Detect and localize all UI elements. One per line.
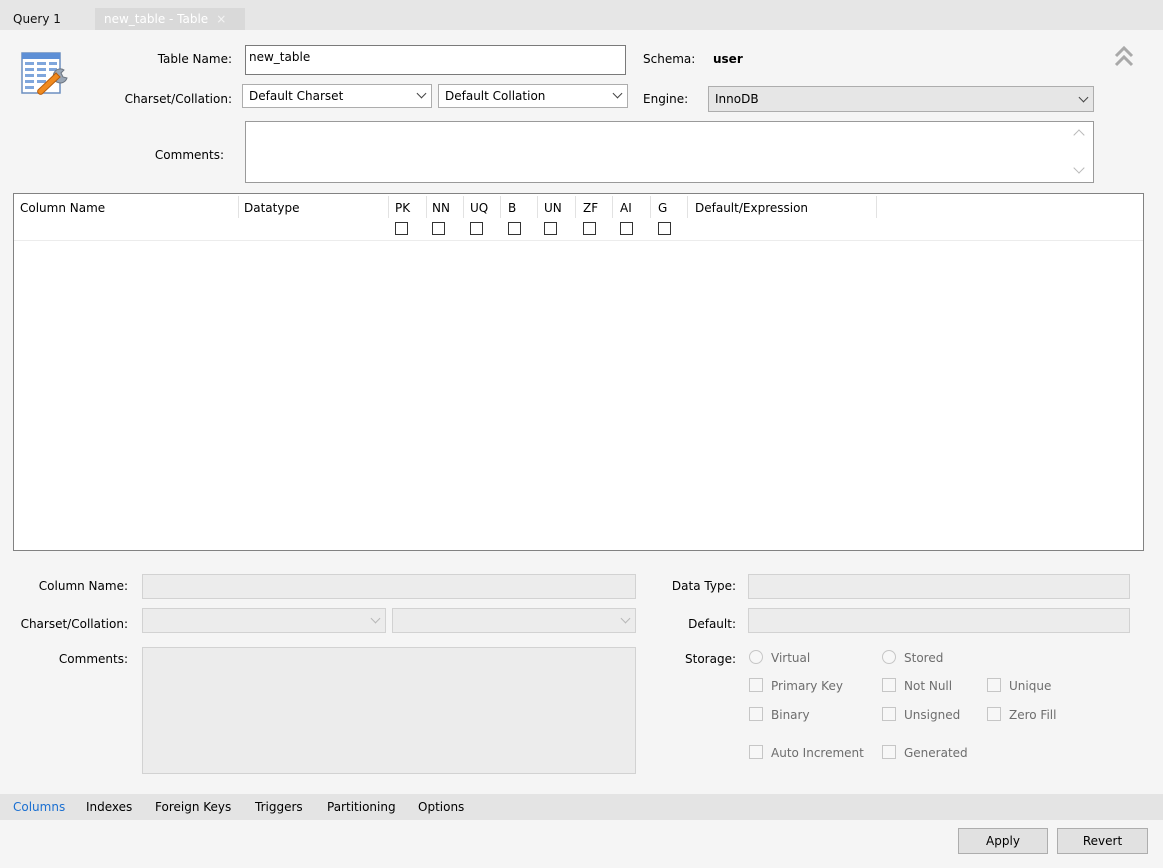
tab-query-1[interactable]: Query 1 <box>4 8 92 30</box>
column-charset-label: Charset/Collation: <box>20 617 128 631</box>
grid-header-pk[interactable]: PK <box>395 201 410 215</box>
unsigned-checkbox[interactable] <box>882 707 896 721</box>
chevron-down-icon <box>416 88 427 99</box>
b-header-checkbox[interactable] <box>508 222 521 235</box>
schema-label: Schema: <box>643 52 696 66</box>
virtual-radio[interactable] <box>749 650 763 664</box>
grid-header-separator <box>388 196 389 218</box>
grid-header-un[interactable]: UN <box>544 201 562 215</box>
grid-header-separator <box>650 196 651 218</box>
apply-button[interactable]: Apply <box>958 828 1048 854</box>
comments-label: Comments: <box>154 148 224 162</box>
engine-label: Engine: <box>643 92 689 106</box>
grid-header-separator <box>876 196 877 218</box>
chevron-down-icon <box>620 613 631 624</box>
primary-key-label: Primary Key <box>771 679 843 693</box>
binary-label: Binary <box>771 708 810 722</box>
collation-select-value: Default Collation <box>445 89 546 103</box>
not-null-checkbox[interactable] <box>882 678 896 692</box>
chevron-down-icon <box>370 613 381 624</box>
charset-select-value: Default Charset <box>249 89 344 103</box>
double-chevron-up-icon[interactable] <box>1113 44 1135 70</box>
default-label: Default: <box>688 617 736 631</box>
grid-header-g[interactable]: G <box>658 201 667 215</box>
unsigned-label: Unsigned <box>904 708 961 722</box>
virtual-radio-label: Virtual <box>771 651 811 665</box>
generated-label: Generated <box>904 746 968 760</box>
tab-partitioning[interactable]: Partitioning <box>327 800 396 814</box>
tab-foreign-keys[interactable]: Foreign Keys <box>155 800 231 814</box>
grid-header-datatype[interactable]: Datatype <box>244 201 299 215</box>
grid-header-separator <box>426 196 427 218</box>
columns-grid[interactable]: Column Name Datatype PK NN UQ B UN ZF AI… <box>13 193 1144 551</box>
tab-label: new_table - Table <box>104 12 209 26</box>
collation-select[interactable]: Default Collation <box>438 84 628 108</box>
pk-header-checkbox[interactable] <box>395 222 408 235</box>
grid-header-uq[interactable]: UQ <box>470 201 488 215</box>
stored-radio[interactable] <box>882 650 896 664</box>
column-collation-select[interactable] <box>392 608 636 633</box>
default-input[interactable] <box>748 608 1130 633</box>
engine-select-value: InnoDB <box>715 92 759 106</box>
primary-key-checkbox[interactable] <box>749 678 763 692</box>
grid-header-zf[interactable]: ZF <box>583 201 598 215</box>
engine-select[interactable]: InnoDB <box>708 86 1094 112</box>
table-name-input[interactable]: new_table <box>245 45 626 75</box>
not-null-label: Not Null <box>904 679 953 693</box>
grid-header-b[interactable]: B <box>508 201 516 215</box>
zero-fill-label: Zero Fill <box>1009 708 1057 722</box>
unique-label: Unique <box>1009 679 1052 693</box>
grid-header-separator <box>575 196 576 218</box>
un-header-checkbox[interactable] <box>544 222 557 235</box>
grid-header-separator <box>463 196 464 218</box>
ai-header-checkbox[interactable] <box>620 222 633 235</box>
column-name-input[interactable] <box>142 574 636 599</box>
tab-triggers[interactable]: Triggers <box>255 800 303 814</box>
grid-header-default-expression[interactable]: Default/Expression <box>695 201 808 215</box>
binary-checkbox[interactable] <box>749 707 763 721</box>
auto-increment-label: Auto Increment <box>771 746 864 760</box>
revert-button[interactable]: Revert <box>1057 828 1148 854</box>
storage-label: Storage: <box>685 652 736 666</box>
grid-header-divider <box>14 240 1143 241</box>
generated-checkbox[interactable] <box>882 745 896 759</box>
table-wrench-icon <box>20 50 72 100</box>
tab-label: Query 1 <box>13 12 61 26</box>
column-name-label: Column Name: <box>38 579 128 593</box>
grid-header-separator <box>537 196 538 218</box>
chevron-down-icon <box>612 88 623 99</box>
data-type-label: Data Type: <box>671 579 736 593</box>
column-comments-label: Comments: <box>58 652 128 666</box>
comments-textarea[interactable] <box>245 121 1094 183</box>
tab-columns[interactable]: Columns <box>13 800 65 814</box>
data-type-input[interactable] <box>748 574 1130 599</box>
grid-header-separator <box>500 196 501 218</box>
nn-header-checkbox[interactable] <box>432 222 445 235</box>
zf-header-checkbox[interactable] <box>583 222 596 235</box>
g-header-checkbox[interactable] <box>658 222 671 235</box>
grid-header-column-name[interactable]: Column Name <box>20 201 105 215</box>
grid-header-nn[interactable]: NN <box>432 201 450 215</box>
table-name-label: Table Name: <box>157 52 232 66</box>
uq-header-checkbox[interactable] <box>470 222 483 235</box>
chevron-down-icon <box>1078 92 1089 103</box>
grid-header-separator <box>612 196 613 218</box>
tab-options[interactable]: Options <box>418 800 464 814</box>
zero-fill-checkbox[interactable] <box>987 707 1001 721</box>
auto-increment-checkbox[interactable] <box>749 745 763 759</box>
schema-value: user <box>713 52 743 66</box>
grid-header-separator <box>238 196 239 218</box>
close-icon[interactable]: × <box>216 12 226 26</box>
stored-radio-label: Stored <box>904 651 944 665</box>
tab-indexes[interactable]: Indexes <box>86 800 132 814</box>
grid-header-separator <box>687 196 688 218</box>
column-charset-select[interactable] <box>142 608 386 633</box>
grid-header-ai[interactable]: AI <box>620 201 632 215</box>
charset-collation-label: Charset/Collation: <box>124 92 232 106</box>
column-comments-textarea[interactable] <box>142 647 636 774</box>
charset-select[interactable]: Default Charset <box>242 84 432 108</box>
tab-new-table[interactable]: new_table - Table × <box>95 8 245 30</box>
unique-checkbox[interactable] <box>987 678 1001 692</box>
